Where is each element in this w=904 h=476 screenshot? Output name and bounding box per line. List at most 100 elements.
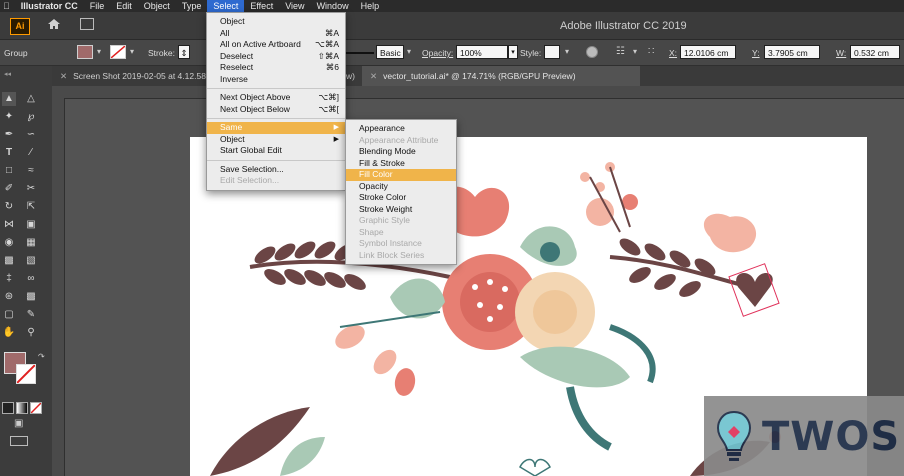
magic-wand-tool-icon[interactable]: ✦ bbox=[2, 110, 16, 124]
artboard-tool-icon[interactable]: ▢ bbox=[2, 308, 16, 322]
gradient-mode-icon[interactable] bbox=[16, 402, 28, 414]
none-mode-icon[interactable] bbox=[30, 402, 42, 414]
menu-item-all[interactable]: All ⌘A bbox=[207, 28, 345, 40]
free-transform-tool-icon[interactable]: ▣ bbox=[24, 218, 38, 232]
style-dropdown-icon[interactable]: ▾ bbox=[562, 46, 572, 58]
menu-item-start-global-edit[interactable]: Start Global Edit bbox=[207, 145, 345, 157]
menu-item-reselect[interactable]: Reselect ⌘6 bbox=[207, 62, 345, 74]
perspective-grid-tool-icon[interactable]: ▦ bbox=[24, 236, 38, 250]
shaper-tool-icon[interactable]: ✐ bbox=[2, 182, 16, 196]
arrange-docs-icon[interactable] bbox=[80, 18, 94, 30]
swap-fill-stroke-icon[interactable]: ↷ bbox=[38, 352, 45, 361]
menu-window[interactable]: Window bbox=[311, 0, 355, 12]
home-icon[interactable] bbox=[46, 16, 62, 34]
mesh-tool-icon[interactable]: ▩ bbox=[2, 254, 16, 268]
slice-tool-icon[interactable]: ✎ bbox=[24, 308, 38, 322]
submenu-item-fill-color[interactable]: Fill Color bbox=[346, 169, 456, 181]
menu-item-object[interactable]: Object bbox=[207, 16, 345, 28]
apple-menu-icon[interactable]:  bbox=[0, 0, 15, 12]
transform-reference-icon[interactable]: ∷ bbox=[648, 46, 654, 57]
menu-edit[interactable]: Edit bbox=[110, 0, 138, 12]
zoom-tool-icon[interactable]: ⚲ bbox=[24, 326, 38, 340]
symbol-sprayer-tool-icon[interactable]: ⊛ bbox=[2, 290, 16, 304]
submenu-item-stroke-weight[interactable]: Stroke Weight bbox=[346, 204, 456, 216]
panel-collapse-icon[interactable]: ◂◂ bbox=[4, 70, 11, 78]
menu-object[interactable]: Object bbox=[138, 0, 176, 12]
menu-item-inverse[interactable]: Inverse bbox=[207, 74, 345, 86]
menu-effect[interactable]: Effect bbox=[244, 0, 279, 12]
vertical-ruler[interactable] bbox=[52, 98, 65, 476]
menu-file[interactable]: File bbox=[84, 0, 111, 12]
submenu-item-graphic-style: Graphic Style bbox=[359, 215, 411, 225]
blend-tool-icon[interactable]: ∞ bbox=[24, 272, 38, 286]
gradient-tool-icon[interactable]: ▧ bbox=[24, 254, 38, 268]
menu-item-same[interactable]: Same ▶ bbox=[207, 122, 345, 134]
tab-partial[interactable]: w) bbox=[346, 66, 360, 86]
opacity-label[interactable]: Opacity: bbox=[422, 48, 453, 58]
menu-item-next-above[interactable]: Next Object Above ⌥⌘] bbox=[207, 92, 345, 104]
horizontal-ruler[interactable] bbox=[52, 86, 904, 99]
draw-mode-icon[interactable]: ▣ bbox=[14, 418, 23, 429]
fill-dropdown-icon[interactable]: ▾ bbox=[94, 46, 104, 58]
screen-mode-icon[interactable] bbox=[10, 436, 28, 446]
tab-partial-label: w) bbox=[346, 71, 355, 81]
hand-tool-icon[interactable]: ✋ bbox=[2, 326, 16, 340]
submenu-item-stroke-color[interactable]: Stroke Color bbox=[346, 192, 456, 204]
lasso-tool-icon[interactable]: ℘ bbox=[24, 110, 38, 124]
type-tool-icon[interactable]: T bbox=[2, 146, 16, 160]
submenu-item-appearance-attribute: Appearance Attribute bbox=[359, 134, 439, 145]
graphic-style-swatch[interactable] bbox=[544, 45, 560, 59]
width-input[interactable]: 0.532 cm bbox=[850, 45, 900, 59]
graph-tool-icon[interactable]: ▩ bbox=[24, 290, 38, 304]
pen-tool-icon[interactable]: ✒ bbox=[2, 128, 16, 142]
stroke-dropdown-icon[interactable]: ▾ bbox=[127, 46, 137, 58]
submenu-item-appearance[interactable]: Appearance bbox=[346, 123, 456, 135]
menu-select[interactable]: Select bbox=[207, 0, 245, 12]
align-icon[interactable]: ☷ bbox=[616, 46, 625, 57]
style-label: Style: bbox=[520, 48, 542, 58]
fill-color-swatch[interactable] bbox=[77, 45, 93, 59]
tab-vector-tutorial[interactable]: ✕ vector_tutorial.ai* @ 174.71% (RGB/GPU … bbox=[362, 66, 640, 86]
eyedropper-tool-icon[interactable]: ‡ bbox=[2, 272, 16, 286]
menu-item-deselect[interactable]: Deselect ⇧⌘A bbox=[207, 51, 345, 63]
stroke-none-swatch[interactable] bbox=[110, 45, 126, 59]
color-mode-icon[interactable] bbox=[2, 402, 14, 414]
opacity-dropdown[interactable]: ▾ bbox=[508, 45, 518, 59]
menu-app-name[interactable]: Illustrator CC bbox=[15, 0, 84, 12]
y-position-input[interactable]: 3.7905 cm bbox=[764, 45, 820, 59]
line-tool-icon[interactable]: ∕ bbox=[24, 146, 38, 160]
paintbrush-tool-icon[interactable]: ≈ bbox=[24, 164, 38, 178]
selection-tool-icon[interactable]: ▲ bbox=[2, 92, 16, 106]
submenu-item-blending-mode[interactable]: Blending Mode bbox=[346, 146, 456, 158]
scale-tool-icon[interactable]: ⇱ bbox=[24, 200, 38, 214]
curvature-tool-icon[interactable]: ∽ bbox=[24, 128, 38, 142]
menu-item-all-on-artboard[interactable]: All on Active Artboard ⌥⌘A bbox=[207, 39, 345, 51]
close-tab-icon[interactable]: ✕ bbox=[370, 71, 377, 81]
direct-selection-tool-icon[interactable]: △ bbox=[24, 92, 38, 106]
menu-view[interactable]: View bbox=[279, 0, 310, 12]
menu-type[interactable]: Type bbox=[176, 0, 208, 12]
rotate-tool-icon[interactable]: ↻ bbox=[2, 200, 16, 214]
submenu-item-fill-stroke[interactable]: Fill & Stroke bbox=[346, 158, 456, 170]
tab-screenshot[interactable]: ✕ Screen Shot 2019-02-05 at 4.12.58 bbox=[52, 66, 208, 86]
shape-builder-tool-icon[interactable]: ◉ bbox=[2, 236, 16, 250]
stroke-color-box[interactable] bbox=[16, 364, 36, 384]
control-bar: Group ▾ ▾ Stroke: ⇕ Basic ▾ Opacity: 100… bbox=[0, 40, 904, 66]
rectangle-tool-icon[interactable]: □ bbox=[2, 164, 16, 178]
menu-item-save-selection[interactable]: Save Selection... bbox=[207, 164, 345, 176]
menu-item-next-below[interactable]: Next Object Below ⌥⌘[ bbox=[207, 104, 345, 116]
width-tool-icon[interactable]: ⋈ bbox=[2, 218, 16, 232]
brush-definition-field[interactable]: Basic bbox=[376, 45, 404, 59]
align-dropdown-icon[interactable]: ▾ bbox=[630, 46, 640, 58]
submenu-item-opacity[interactable]: Opacity bbox=[346, 181, 456, 193]
eraser-tool-icon[interactable]: ✂ bbox=[24, 182, 38, 196]
brush-dropdown-icon[interactable]: ▾ bbox=[404, 46, 414, 58]
opacity-input[interactable]: 100% bbox=[456, 45, 508, 59]
stroke-weight-stepper[interactable]: ⇕ bbox=[178, 45, 190, 59]
menu-help[interactable]: Help bbox=[355, 0, 386, 12]
menu-item-object-submenu[interactable]: Object ▶ bbox=[207, 134, 345, 146]
recolor-artwork-icon[interactable] bbox=[586, 46, 598, 58]
close-tab-icon[interactable]: ✕ bbox=[60, 71, 67, 81]
submenu-item-symbol-instance: Symbol Instance bbox=[359, 238, 422, 248]
x-position-input[interactable]: 12.0106 cm bbox=[680, 45, 736, 59]
